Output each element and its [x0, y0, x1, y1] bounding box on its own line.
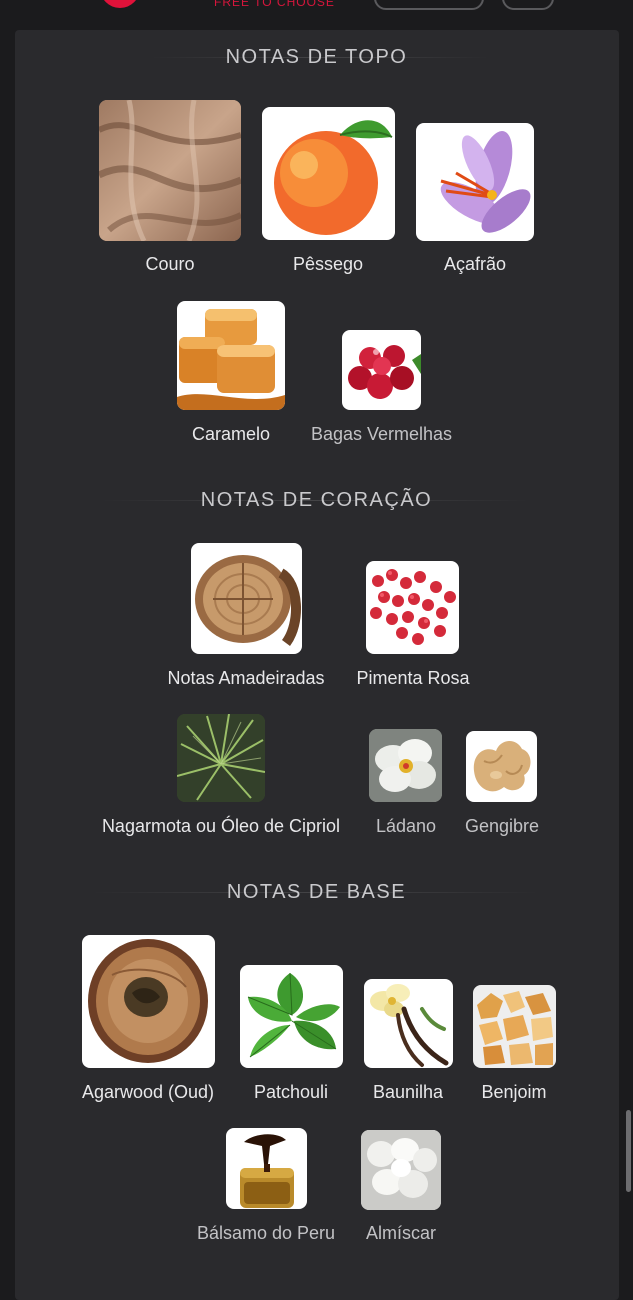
- red-berries-icon: [342, 330, 421, 410]
- musk-icon: [361, 1130, 441, 1210]
- note-label: Patchouli: [253, 1082, 329, 1102]
- saffron-icon: [416, 123, 534, 241]
- nagarmota-icon: [177, 714, 265, 802]
- note-label: Benjoim: [481, 1082, 547, 1102]
- note-label: Notas Amadeiradas: [167, 668, 325, 688]
- peach-icon: [262, 107, 395, 240]
- wood-icon: [191, 543, 302, 654]
- note-label: Baunilha: [372, 1082, 444, 1102]
- agarwood-icon: [82, 935, 215, 1068]
- vanilla-icon: [364, 979, 453, 1068]
- section-title-top: NOTAS DE TOPO: [225, 46, 408, 68]
- brand-logo[interactable]: [100, 0, 140, 8]
- pink-pepper-icon: [366, 561, 459, 654]
- patchouli-icon: [240, 965, 343, 1068]
- section-title-heart: NOTAS DE CORAÇÃO: [200, 489, 433, 511]
- note-label: Bálsamo do Peru: [196, 1223, 336, 1243]
- note-label: Açafrão: [443, 254, 507, 274]
- note-label: Gengibre: [464, 816, 540, 836]
- note-label: Almíscar: [365, 1223, 436, 1243]
- note-label: Agarwood (Oud): [81, 1082, 215, 1102]
- top-bar: FREE TO CHOOSE: [0, 0, 633, 30]
- section-title-base: NOTAS DE BASE: [226, 881, 407, 903]
- brand-tagline: FREE TO CHOOSE: [214, 0, 335, 9]
- labdanum-icon: [369, 729, 442, 802]
- note-label: Nagarmota ou Óleo de Cipriol: [101, 816, 341, 836]
- note-label: Pêssego: [292, 254, 364, 274]
- benzoin-icon: [473, 985, 556, 1068]
- header-menu-button[interactable]: [502, 0, 554, 10]
- note-label: Bagas Vermelhas: [310, 424, 453, 444]
- ginger-icon: [466, 731, 537, 802]
- peru-balsam-icon: [226, 1128, 307, 1209]
- note-label: Caramelo: [191, 424, 271, 444]
- scrollbar-thumb[interactable]: [626, 1110, 631, 1192]
- note-label: Pimenta Rosa: [356, 668, 470, 688]
- caramel-icon: [177, 301, 285, 410]
- header-search-button[interactable]: [374, 0, 484, 10]
- note-label: Couro: [145, 254, 195, 274]
- note-label: Ládano: [375, 816, 437, 836]
- leather-icon: [99, 100, 241, 241]
